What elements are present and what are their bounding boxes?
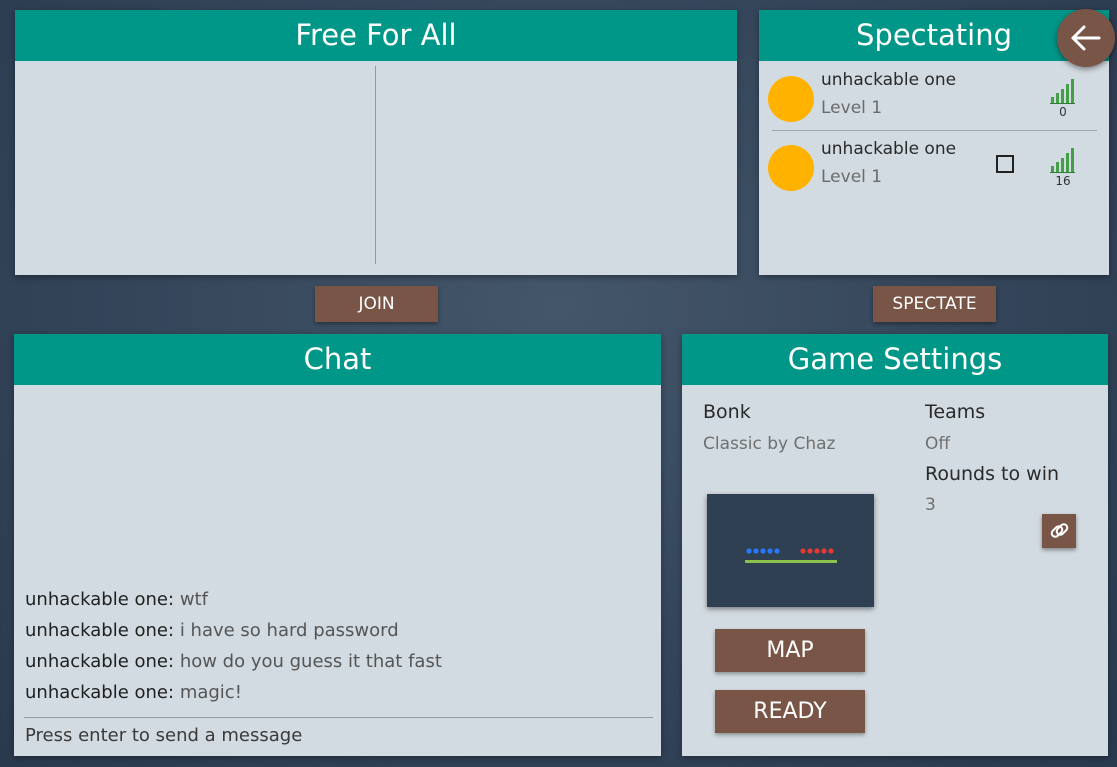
player-row[interactable]: unhackable one Level 1 0 [759,66,1109,128]
player-avatar [768,76,814,122]
ping-value: 0 [1059,105,1067,119]
chat-message: unhackable one: wtf [25,584,442,615]
chat-message: unhackable one: i have so hard password [25,615,442,646]
ready-button[interactable]: READY [715,690,865,733]
player-separator [772,130,1097,131]
rounds-value: 3 [925,495,936,515]
player-level: Level 1 [821,98,883,118]
chat-text: magic! [179,682,242,703]
ping-bars-icon [1050,79,1075,104]
chat-input-divider [24,717,653,718]
chat-separator: : [168,620,180,641]
chat-text: how do you guess it that fast [179,651,442,672]
player-name: unhackable one [821,139,957,159]
player-level: Level 1 [821,167,883,187]
game-settings-title: Game Settings [682,334,1108,385]
player-checkbox[interactable] [996,155,1014,173]
player-name: unhackable one [821,70,957,90]
chat-text: wtf [179,589,208,610]
team-divider [375,66,376,264]
chat-author: unhackable one [25,620,169,641]
ping-bars-icon [1050,148,1075,173]
chat-title: Chat [14,334,661,385]
chat-separator: : [168,651,180,672]
chat-separator: : [168,589,180,610]
join-button[interactable]: JOIN [315,286,438,322]
spectate-button[interactable]: SPECTATE [873,286,996,322]
chat-author: unhackable one [25,589,169,610]
chat-input[interactable] [25,720,650,750]
chat-message: unhackable one: magic! [25,677,442,708]
back-button[interactable] [1057,9,1115,67]
share-link-button[interactable] [1042,514,1076,548]
chat-panel: Chat unhackable one: wtf unhackable one:… [14,334,661,756]
chat-message: unhackable one: how do you guess it that… [25,646,442,677]
chat-messages: unhackable one: wtf unhackable one: i ha… [25,584,442,708]
map-preview[interactable] [707,494,874,607]
chat-author: unhackable one [25,682,169,703]
map-preview-image [745,548,837,563]
link-icon [1050,523,1069,538]
free-for-all-panel: Free For All [15,10,737,275]
free-for-all-title: Free For All [15,10,737,61]
ping-value: 16 [1055,174,1071,188]
game-settings-panel: Game Settings Bonk Classic by Chaz Teams… [682,334,1108,756]
game-mode-name: Bonk [703,401,751,423]
teams-label: Teams [925,401,986,423]
chat-text: i have so hard password [179,620,399,641]
map-button[interactable]: MAP [715,629,865,672]
chat-author: unhackable one [25,651,169,672]
player-avatar [768,145,814,191]
rounds-label: Rounds to win [925,463,1060,485]
chat-separator: : [168,682,180,703]
player-row[interactable]: unhackable one Level 1 16 [759,135,1109,197]
arrow-left-icon [1071,25,1101,51]
teams-value: Off [925,434,951,454]
map-name: Classic by Chaz [703,434,836,454]
